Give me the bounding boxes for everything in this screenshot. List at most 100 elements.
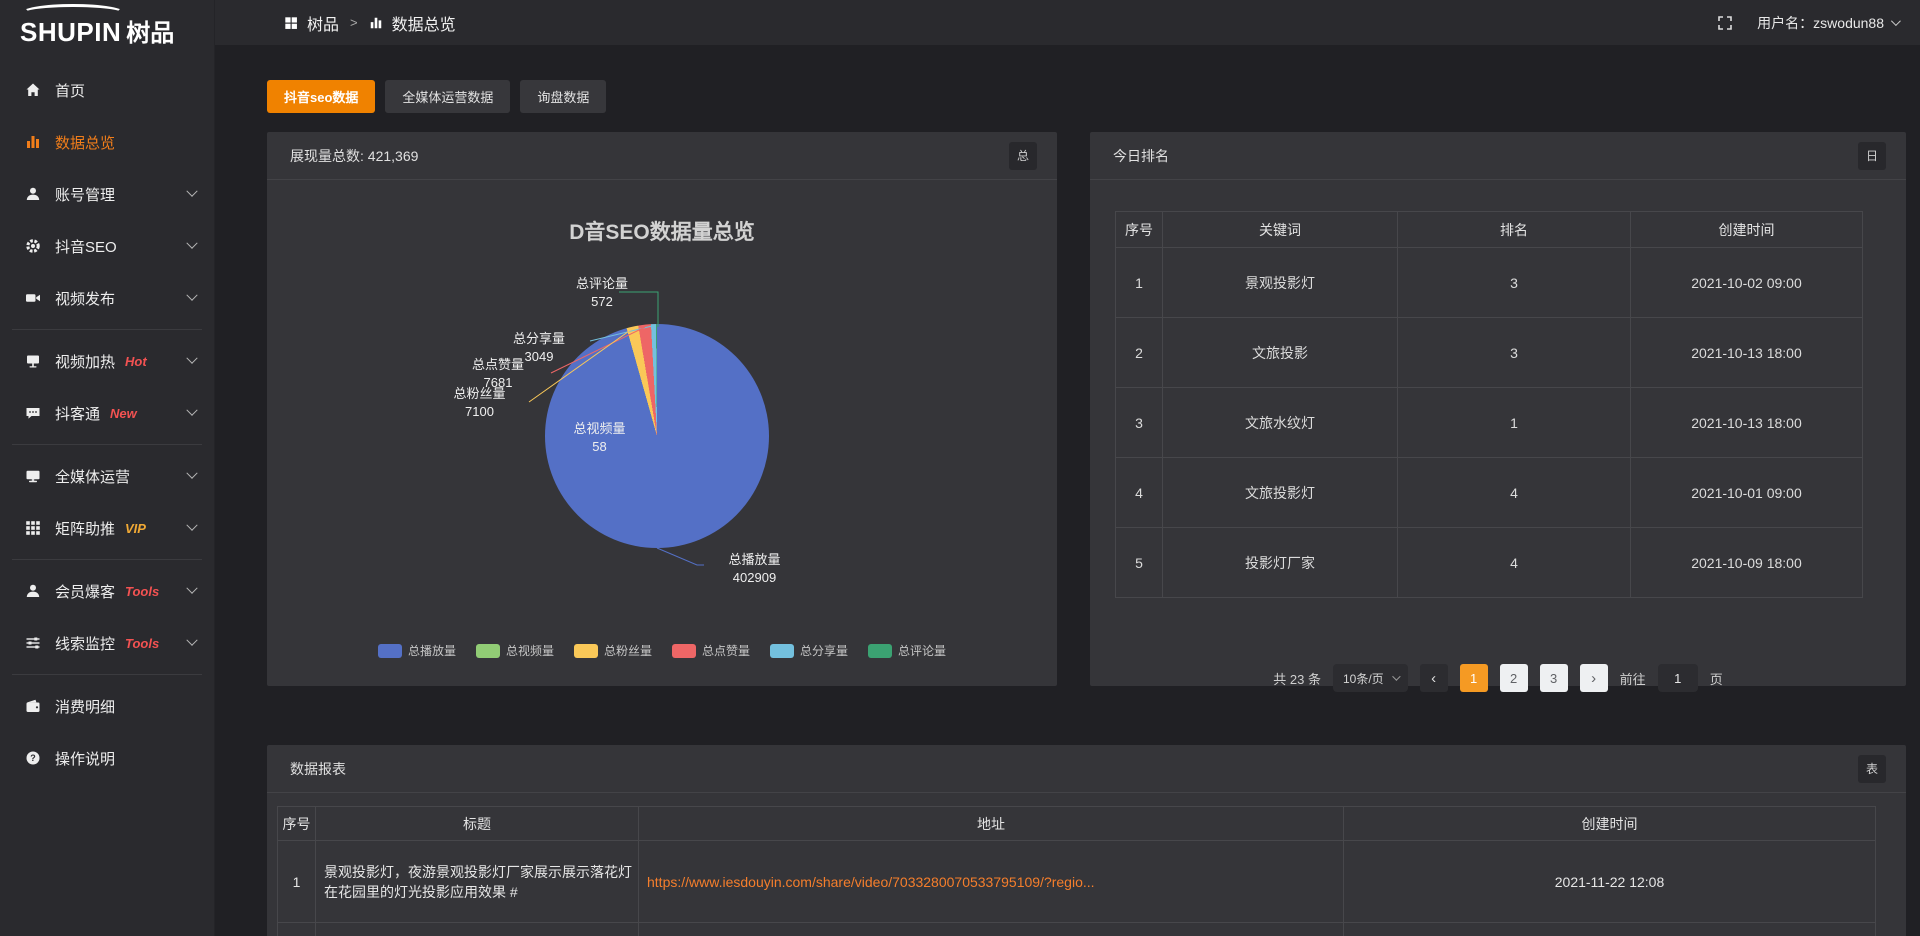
ranking-panel-body: 序号 关键词 排名 创建时间 1 景观投影灯 3 [1090,211,1906,716]
daily-button[interactable]: 日 [1858,142,1886,170]
username-menu[interactable]: 用户名：zswodun88 [1757,13,1898,33]
pie-label-name: 总视频量 [552,420,647,438]
sidebar-item-video-publish[interactable]: 视频发布 [0,272,214,324]
sidebar-item-media-operation[interactable]: 全媒体运营 [0,450,214,502]
video-camera-icon [25,290,42,306]
pie-label-playback: 总播放量 402909 [697,551,812,587]
column-header: 序号 [278,807,316,841]
chevron-down-icon [186,353,197,364]
cell-keyword: 景观投影灯 [1163,248,1398,318]
legend-item-playback[interactable]: 总播放量 [378,642,456,659]
fullscreen-icon[interactable] [1717,15,1733,31]
pagination: 共 23 条 10条/页 ‹ 1 2 3 › 前往 [1090,664,1906,692]
chevron-down-icon [186,583,197,594]
cell-created: 2021-10-13 18:00 [1631,388,1863,458]
table-row: 1 景观投影灯，夜游景观投影灯厂家展示展示落花灯在花园里的灯光投影应用效果 # … [278,841,1876,923]
pagination-total: 共 23 条 [1273,669,1321,688]
goto-unit: 页 [1710,669,1723,688]
legend-item-videos[interactable]: 总视频量 [476,642,554,659]
sidebar: SHUPIN 树品 首页 数据总览 账号管理 [0,0,215,936]
sidebar-item-account[interactable]: 账号管理 [0,168,214,220]
help-icon: ? [25,750,42,766]
tab-douyin-seo-data[interactable]: 抖音seo数据 [267,80,375,113]
sidebar-item-label: 线索监控 [55,633,115,654]
cell-keyword: 投影灯厂家 [1163,528,1398,598]
pie-label-value: 58 [552,438,647,456]
menu-divider [12,674,202,675]
legend-item-comments[interactable]: 总评论量 [868,642,946,659]
prev-page-button[interactable]: ‹ [1420,664,1448,692]
cell-created: 2021-10-02 09:00 [1631,248,1863,318]
app-root: SHUPIN 树品 首页 数据总览 账号管理 [0,0,1920,936]
overview-panel: 展现量总数: 421,369 总 D音SEO数据量总览 [267,132,1057,686]
cell-created: 2021-10-09 18:00 [1631,528,1863,598]
overview-title: 展现量总数: 421,369 [290,146,418,166]
page-button-3[interactable]: 3 [1540,664,1568,692]
legend-label: 总分享量 [800,642,848,659]
chevron-down-icon [186,405,197,416]
legend-label: 总评论量 [898,642,946,659]
chevron-down-icon [186,186,197,197]
page-size-select[interactable]: 10条/页 [1333,664,1408,692]
cell-rank: 3 [1398,248,1631,318]
next-page-button[interactable]: › [1580,664,1608,692]
sidebar-item-label: 视频发布 [55,288,115,309]
sidebar-item-consumption[interactable]: 消费明细 [0,680,214,732]
app-grid-icon [284,16,298,30]
sidebar-item-label: 首页 [55,80,85,101]
tools-badge: Tools [125,636,159,651]
tab-label: 抖音seo数据 [284,87,358,106]
sidebar-item-help[interactable]: ? 操作说明 [0,732,214,784]
tab-media-operation-data[interactable]: 全媒体运营数据 [385,80,510,113]
cell-created: 2021-10-13 18:00 [1631,318,1863,388]
breadcrumb-item-root[interactable]: 树品 [307,11,339,35]
table-button[interactable]: 表 [1858,755,1886,783]
video-url-link[interactable]: https://www.iesdouyin.com/share/video/70… [647,874,1095,890]
sidebar-item-matrix-boost[interactable]: 矩阵助推 VIP [0,502,214,554]
tab-inquiry-data[interactable]: 询盘数据 [520,80,606,113]
pie-label-value: 7100 [427,403,532,421]
legend-item-likes[interactable]: 总点赞量 [672,642,750,659]
sidebar-item-label: 数据总览 [55,132,115,153]
pie-label-name: 总分享量 [484,330,594,348]
sidebar-item-data-overview[interactable]: 数据总览 [0,116,214,168]
chat-icon [25,405,42,421]
cell-keyword: 文旅投影 [1163,318,1398,388]
chevron-down-icon [186,238,197,249]
chevron-down-icon [186,468,197,479]
sidebar-item-clue-monitor[interactable]: 线索监控 Tools [0,617,214,669]
table-row: 5 投影灯厂家 4 2021-10-09 18:00 [1116,528,1863,598]
legend-label: 总点赞量 [702,642,750,659]
goto-page-input[interactable] [1658,664,1698,692]
tools-badge: Tools [125,584,159,599]
menu-divider [12,444,202,445]
pie-label-comments: 总评论量 572 [547,275,657,311]
menu-divider [12,559,202,560]
chart-title: D音SEO数据量总览 [267,216,1057,246]
table-row: 1 景观投影灯 3 2021-10-02 09:00 [1116,248,1863,318]
pie-label-value: 572 [547,293,657,311]
sidebar-item-member-tools[interactable]: 会员爆客 Tools [0,565,214,617]
legend-label: 总视频量 [506,642,554,659]
cell-rank: 4 [1398,528,1631,598]
pie-label-name: 总播放量 [697,551,812,569]
page-button-2[interactable]: 2 [1500,664,1528,692]
report-title: 数据报表 [290,759,346,779]
pie-label-fans: 总粉丝量 7100 [427,385,532,421]
sidebar-item-douketong[interactable]: 抖客通 New [0,387,214,439]
legend-item-shares[interactable]: 总分享量 [770,642,848,659]
sidebar-item-video-heat[interactable]: 视频加热 Hot [0,335,214,387]
sidebar-item-douyin-seo[interactable]: 抖音SEO [0,220,214,272]
chevron-down-icon [1891,16,1901,26]
cell-index: 4 [1116,458,1163,528]
legend-label: 总播放量 [408,642,456,659]
legend-item-fans[interactable]: 总粉丝量 [574,642,652,659]
sidebar-item-home[interactable]: 首页 [0,64,214,116]
page-button-1[interactable]: 1 [1460,664,1488,692]
cell-keyword: 文旅水纹灯 [1163,388,1398,458]
chevron-down-icon [186,520,197,531]
cell-rank: 4 [1398,458,1631,528]
total-button[interactable]: 总 [1009,142,1037,170]
ranking-table: 序号 关键词 排名 创建时间 1 景观投影灯 3 [1115,211,1863,598]
sidebar-item-label: 抖客通 [55,403,100,424]
